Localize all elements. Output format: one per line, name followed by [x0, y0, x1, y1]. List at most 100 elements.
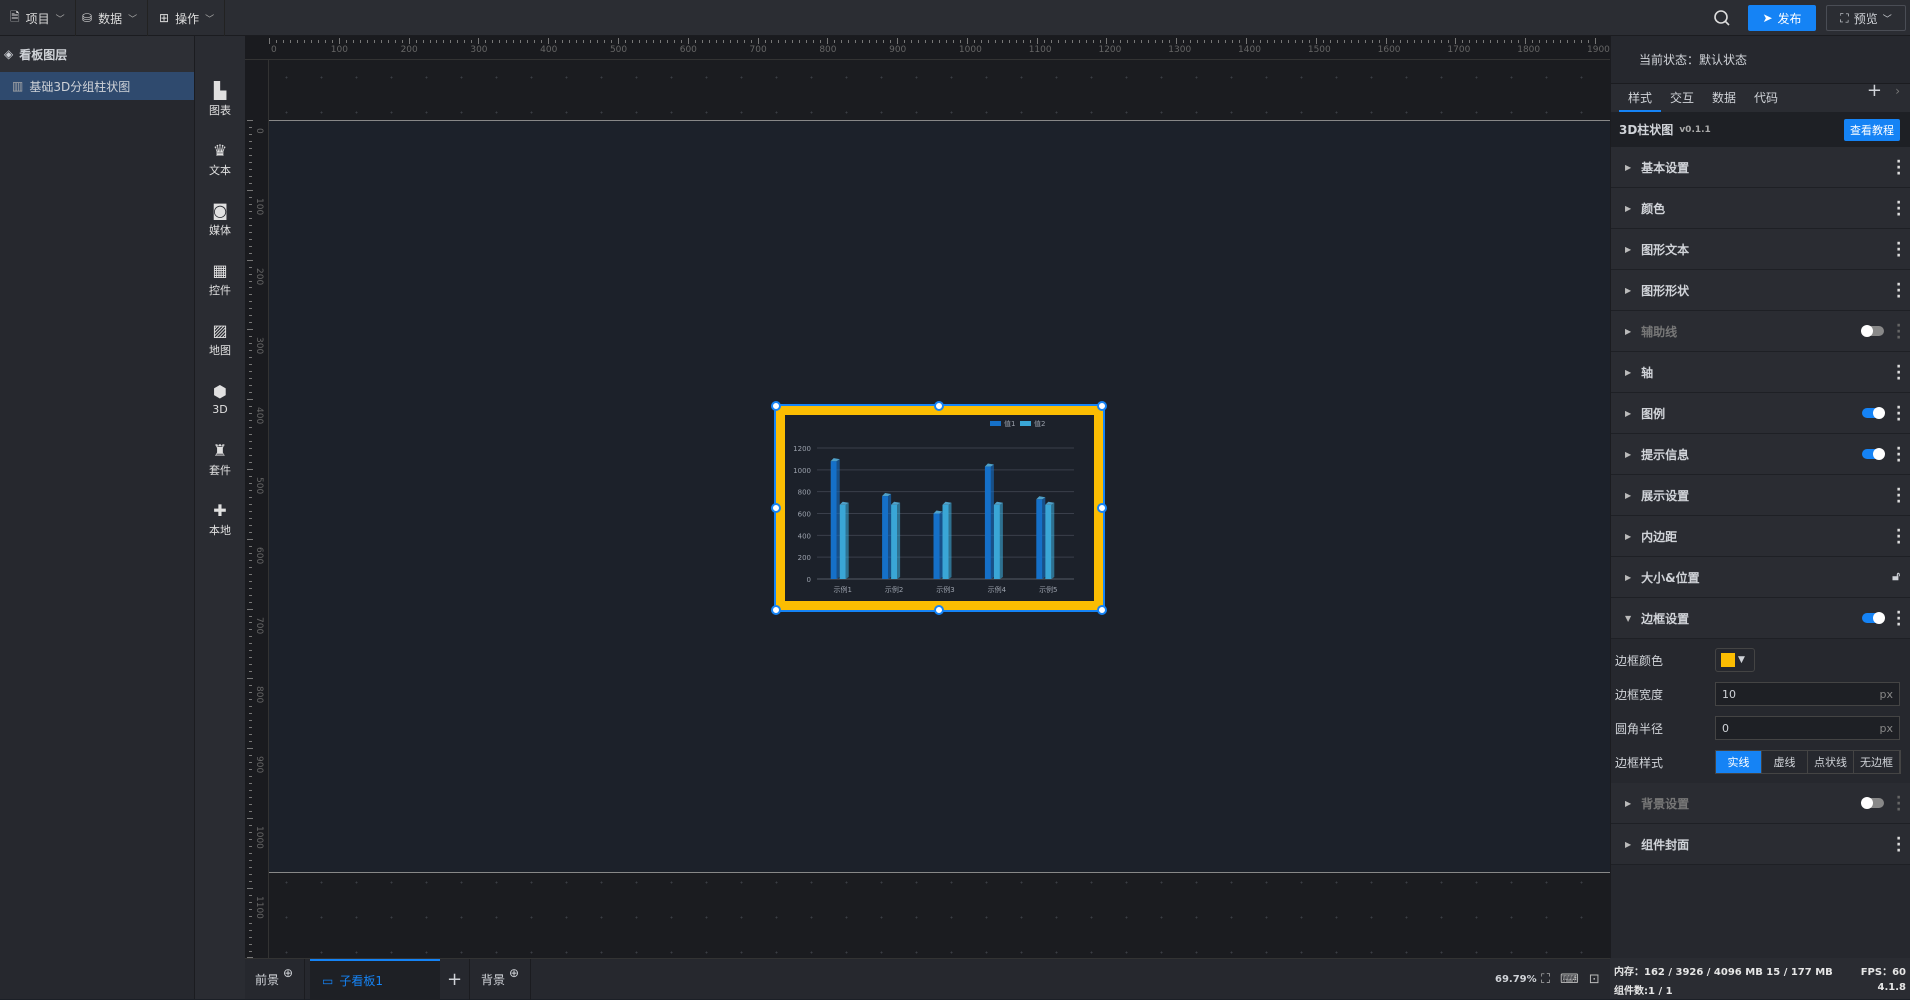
- bar-2[interactable]: [942, 501, 952, 579]
- bar-1[interactable]: [1036, 496, 1046, 579]
- resize-handle[interactable]: [1097, 503, 1107, 513]
- plus-icon[interactable]: +: [1867, 80, 1882, 101]
- resize-handle[interactable]: [934, 605, 944, 615]
- layer-item[interactable]: ▥ 基础3D分组柱状图: [0, 72, 194, 100]
- bar-2[interactable]: [839, 501, 849, 579]
- tab-2[interactable]: 数据: [1703, 84, 1745, 112]
- more-icon[interactable]: · · ·: [1896, 606, 1901, 632]
- bar-1[interactable]: [882, 493, 892, 579]
- resize-handle[interactable]: [771, 503, 781, 513]
- tool-chart[interactable]: ▙ 图表: [195, 74, 245, 124]
- chevron-right-icon[interactable]: ›: [1895, 84, 1900, 98]
- section-row[interactable]: ▶ 图形文本 · · ·: [1611, 229, 1910, 270]
- tool-puzzle[interactable]: ✚ 本地: [195, 494, 245, 544]
- ruler-tick: [249, 713, 252, 715]
- ruler-tick: [429, 40, 431, 43]
- section-row[interactable]: ▶ 展示设置 · · ·: [1611, 475, 1910, 516]
- publish-button[interactable]: ➤ 发布: [1748, 5, 1816, 31]
- section-toggle[interactable]: [1862, 612, 1885, 624]
- section-row[interactable]: ▼ 边框设置 · · ·: [1611, 598, 1910, 639]
- section-row[interactable]: ▶ 组件封面 · · ·: [1611, 824, 1910, 865]
- vertical-ruler[interactable]: 0100200300400500600700800900100011001200: [245, 60, 269, 988]
- bar-2[interactable]: [1045, 501, 1055, 579]
- more-icon[interactable]: · · ·: [1896, 401, 1901, 427]
- tab-sub-board[interactable]: ▭ 子看板1: [310, 959, 440, 1000]
- tutorial-button[interactable]: 查看教程: [1844, 118, 1900, 141]
- more-icon[interactable]: · · ·: [1896, 196, 1901, 222]
- menu-operation[interactable]: ⊞ 操作 ﹀: [149, 0, 226, 36]
- more-icon[interactable]: · · ·: [1896, 237, 1901, 263]
- section-row[interactable]: ▶ 轴 · · ·: [1611, 352, 1910, 393]
- fit-screen-icon[interactable]: ⛶: [1541, 972, 1550, 987]
- resize-handle[interactable]: [1097, 401, 1107, 411]
- border-color-picker[interactable]: ▼: [1715, 648, 1755, 672]
- add-tab-button[interactable]: +: [440, 959, 470, 1000]
- chart-component[interactable]: 0 200 400 600 800 1000 1200 示例1 示例2 示例3 示例4 示例5 值1 值2: [774, 404, 1105, 612]
- search-icon[interactable]: [1712, 8, 1732, 28]
- bar-2[interactable]: [993, 501, 1003, 579]
- more-icon[interactable]: · · ·: [1896, 278, 1901, 304]
- section-row[interactable]: ▶ 内边距 · · ·: [1611, 516, 1910, 557]
- section-toggle[interactable]: [1862, 407, 1885, 419]
- tool-control[interactable]: ▦ 控件: [195, 254, 245, 304]
- menu-data[interactable]: ⛁ 数据 ﹀: [72, 0, 149, 36]
- section-toggle[interactable]: [1861, 797, 1884, 809]
- bar-1[interactable]: [933, 510, 943, 580]
- horizontal-ruler[interactable]: 0 100 200 300 400 500 600 700 800 900 1000 1100 1200…: [245, 36, 1610, 60]
- terminal-icon[interactable]: ⊡: [1589, 972, 1600, 987]
- more-icon[interactable]: · · ·: [1896, 524, 1901, 550]
- section-row[interactable]: ▶ 背景设置 · · ·: [1611, 783, 1910, 824]
- resize-handle[interactable]: [771, 401, 781, 411]
- border-style-option[interactable]: 点状线: [1808, 751, 1854, 773]
- bar-2[interactable]: [891, 501, 901, 579]
- border-style-option[interactable]: 实线: [1716, 751, 1762, 773]
- tool-cube[interactable]: ⬢ 3D: [195, 374, 245, 424]
- zoom-level[interactable]: 69.79%: [1495, 959, 1537, 1000]
- resize-handle[interactable]: [1097, 605, 1107, 615]
- more-icon[interactable]: · · ·: [1896, 832, 1901, 858]
- resize-handle[interactable]: [771, 605, 781, 615]
- section-row[interactable]: ▶ 大小&位置 🔓︎: [1611, 557, 1910, 598]
- add-circle-icon[interactable]: ⊕: [509, 966, 519, 980]
- more-icon[interactable]: · · ·: [1896, 791, 1901, 817]
- lock-icon[interactable]: 🔓︎: [1892, 569, 1900, 584]
- legend-label[interactable]: 值1: [1004, 419, 1015, 428]
- section-row[interactable]: ▶ 基本设置 · · ·: [1611, 147, 1910, 188]
- section-row[interactable]: ▶ 提示信息 · · ·: [1611, 434, 1910, 475]
- border-width-input[interactable]: 10 px: [1715, 682, 1900, 706]
- more-icon[interactable]: · · ·: [1896, 483, 1901, 509]
- preview-button[interactable]: ⛶ 预览 ﹀: [1826, 5, 1906, 31]
- tab-3[interactable]: 代码: [1745, 84, 1787, 112]
- resize-handle[interactable]: [934, 401, 944, 411]
- bar-1[interactable]: [830, 458, 840, 579]
- more-icon[interactable]: · · ·: [1896, 319, 1901, 345]
- section-toggle[interactable]: [1862, 448, 1885, 460]
- legend-label[interactable]: 值2: [1034, 419, 1045, 428]
- border-style-option[interactable]: 虚线: [1762, 751, 1808, 773]
- chevron-down-icon: ﹀: [205, 14, 215, 25]
- bar-1[interactable]: [984, 463, 994, 579]
- tab-0[interactable]: 样式: [1619, 84, 1662, 112]
- keyboard-icon[interactable]: ⌨: [1560, 972, 1579, 987]
- ruler-tick: [1197, 40, 1199, 43]
- section-row[interactable]: ▶ 图例 · · ·: [1611, 393, 1910, 434]
- caret-right-icon: ▶: [1625, 572, 1632, 582]
- tab-background[interactable]: 背景 ⊕: [471, 959, 531, 1000]
- tab-foreground[interactable]: 前景 ⊕: [245, 959, 305, 1000]
- more-icon[interactable]: · · ·: [1896, 155, 1901, 181]
- more-icon[interactable]: · · ·: [1896, 442, 1901, 468]
- tool-media[interactable]: ◙ 媒体: [195, 194, 245, 244]
- section-row[interactable]: ▶ 图形形状 · · ·: [1611, 270, 1910, 311]
- tab-1[interactable]: 交互: [1661, 84, 1703, 112]
- section-row[interactable]: ▶ 辅助线 · · ·: [1611, 311, 1910, 352]
- more-icon[interactable]: · · ·: [1896, 360, 1901, 386]
- border-style-option[interactable]: 无边框: [1854, 751, 1900, 773]
- add-circle-icon[interactable]: ⊕: [283, 966, 293, 980]
- tool-kit[interactable]: ♜ 套件: [195, 434, 245, 484]
- section-row[interactable]: ▶ 颜色 · · ·: [1611, 188, 1910, 229]
- tool-text[interactable]: ♛ 文本: [195, 134, 245, 184]
- section-toggle[interactable]: [1861, 325, 1884, 337]
- tool-map[interactable]: ▨ 地图: [195, 314, 245, 364]
- corner-radius-input[interactable]: 0 px: [1715, 716, 1900, 740]
- menu-project[interactable]: 🗎 项目 ﹀: [0, 0, 76, 36]
